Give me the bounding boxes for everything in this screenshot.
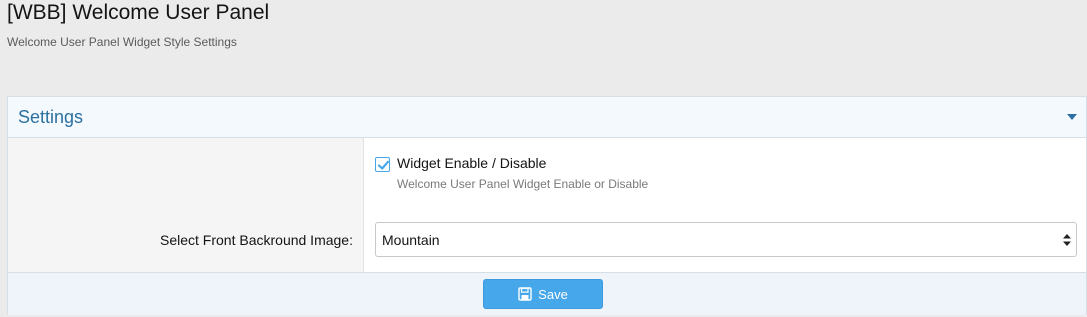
settings-block: Settings Select Front Backround Image: W… xyxy=(7,96,1087,315)
select-arrows-icon xyxy=(1063,234,1071,246)
widget-enable-label[interactable]: Widget Enable / Disable xyxy=(397,155,546,171)
label-column: Select Front Backround Image: xyxy=(8,138,364,272)
save-button-label: Save xyxy=(538,286,568,302)
save-button[interactable]: Save xyxy=(483,279,603,309)
settings-form-body: Select Front Backround Image: Widget Ena… xyxy=(8,138,1086,272)
settings-block-footer: Save xyxy=(8,272,1086,315)
background-image-label: Select Front Backround Image: xyxy=(160,232,353,248)
widget-enable-checkbox[interactable] xyxy=(375,157,390,172)
background-image-select-value: Mountain xyxy=(382,232,440,248)
widget-enable-hint: Welcome User Panel Widget Enable or Disa… xyxy=(397,177,649,191)
floppy-disk-icon xyxy=(518,287,532,301)
checkmark-icon xyxy=(377,160,390,170)
triangle-down-icon[interactable] xyxy=(1064,109,1080,125)
page-header: [WBB] Welcome User Panel Welcome User Pa… xyxy=(0,0,1087,96)
page-subtitle: Welcome User Panel Widget Style Settings xyxy=(7,35,237,49)
settings-block-header[interactable]: Settings xyxy=(8,97,1086,138)
page-title: [WBB] Welcome User Panel xyxy=(7,1,270,24)
settings-block-title: Settings xyxy=(18,107,84,127)
background-image-select[interactable]: Mountain xyxy=(375,222,1077,257)
